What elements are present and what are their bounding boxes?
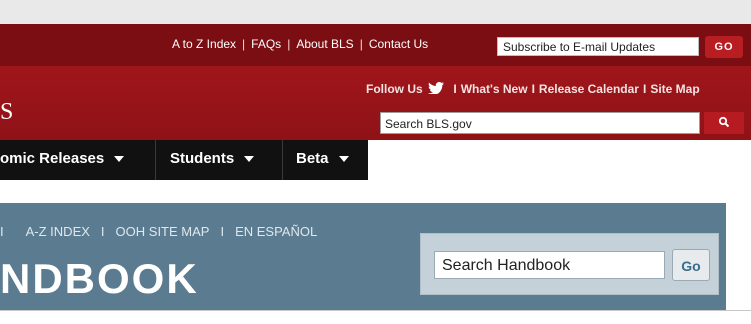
handbook-nav: I A-Z INDEX I OOH SITE MAP I EN ESPAÑOL <box>0 224 317 239</box>
search-icon <box>718 116 730 128</box>
nav-beta[interactable]: Beta <box>296 150 349 170</box>
nav-divider <box>282 140 283 180</box>
whats-new-link[interactable]: What's New <box>461 82 528 96</box>
nav-divider <box>155 140 156 180</box>
site-logo-fragment[interactable]: S <box>0 99 13 126</box>
browser-chrome-strip <box>0 0 751 25</box>
caret-down-icon <box>244 156 255 162</box>
site-map-link[interactable]: Site Map <box>650 82 699 96</box>
bls-search-button[interactable] <box>704 112 744 134</box>
divider <box>0 310 751 311</box>
page: A to Z Index | FAQs | About BLS | Contact Us S… <box>0 0 751 324</box>
separator: I <box>642 82 647 96</box>
nav-students[interactable]: Students <box>170 150 255 170</box>
separator: | <box>359 37 363 51</box>
bls-search-input[interactable]: Search BLS.gov <box>380 112 700 134</box>
separator: I <box>531 82 535 96</box>
link-a-to-z-index[interactable]: A to Z Index <box>172 37 236 51</box>
caret-down-icon <box>338 156 349 162</box>
separator: | <box>242 37 246 51</box>
caret-down-icon <box>114 156 125 162</box>
separator: I <box>453 82 457 96</box>
handbook-title: NDBOOK <box>0 255 199 302</box>
follow-us-link[interactable]: Follow Us <box>366 82 423 96</box>
link-faqs[interactable]: FAQs <box>251 37 281 51</box>
social-links: Follow Us I What's New I Release Calendar I S… <box>366 82 700 96</box>
subscribe-go-button[interactable]: GO <box>705 36 743 58</box>
link-ooh-site-map[interactable]: OOH SITE MAP <box>116 224 210 239</box>
twitter-icon[interactable] <box>428 82 445 94</box>
email-subscribe-input[interactable]: Subscribe to E-mail Updates <box>497 37 699 56</box>
separator: I <box>220 224 225 239</box>
release-calendar-link[interactable]: Release Calendar <box>539 82 639 96</box>
handbook-search-input[interactable]: Search Handbook <box>434 251 665 279</box>
link-az-index[interactable]: A-Z INDEX <box>26 224 90 239</box>
utility-links: A to Z Index | FAQs | About BLS | Contact Us <box>172 37 428 51</box>
nav-economic-releases[interactable]: omic Releases <box>0 150 125 170</box>
link-contact-us[interactable]: Contact Us <box>369 37 428 51</box>
link-about-bls[interactable]: About BLS <box>296 37 353 51</box>
separator: | <box>287 37 291 51</box>
separator: I <box>100 224 105 239</box>
link-en-espanol[interactable]: EN ESPAÑOL <box>235 224 317 239</box>
handbook-go-button[interactable]: Go <box>672 249 710 281</box>
